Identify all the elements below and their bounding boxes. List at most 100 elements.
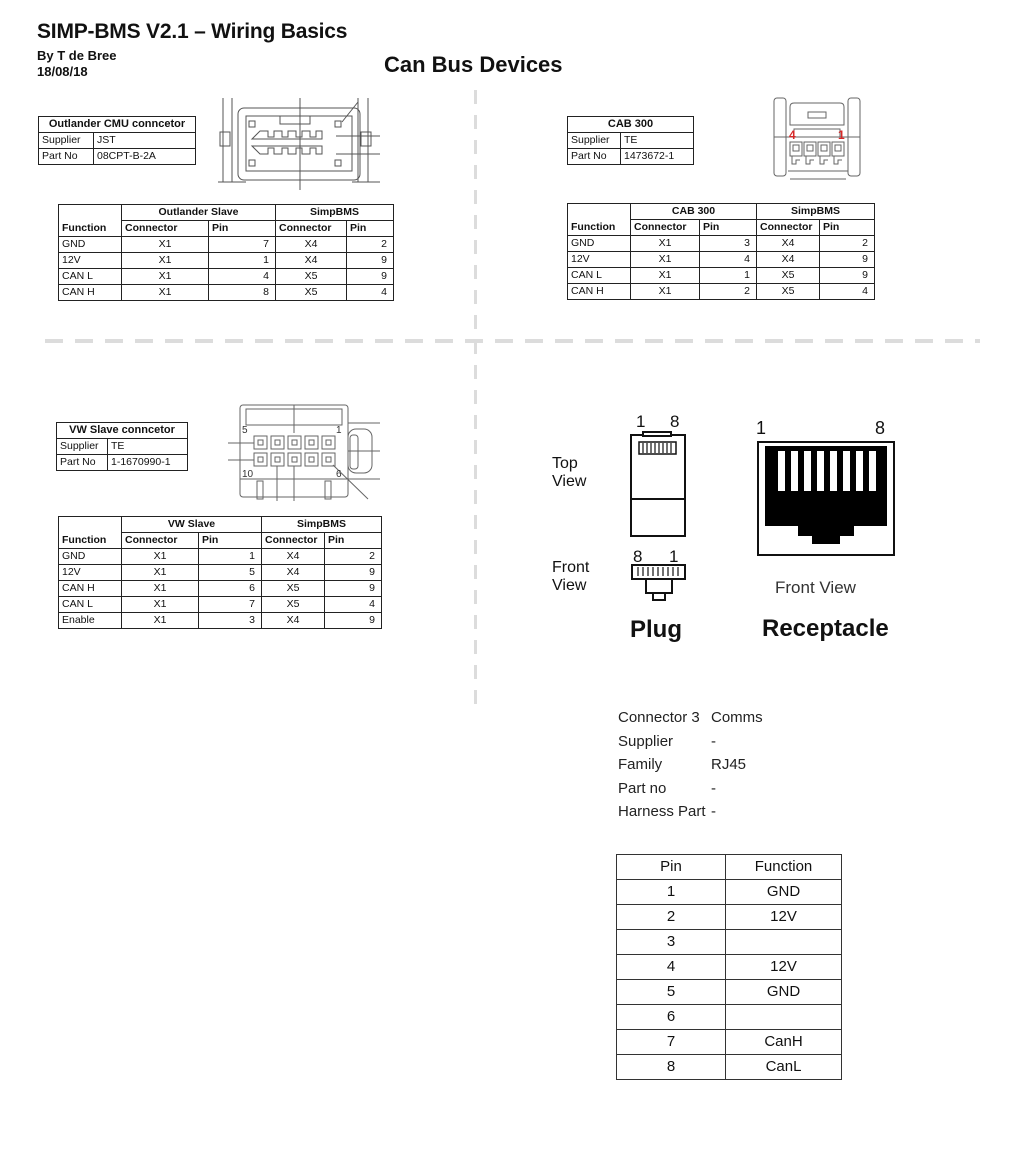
connector-cell: X5 xyxy=(275,268,347,285)
plug-top-pin-1: 1 xyxy=(636,412,645,431)
group-header: SimpBMS xyxy=(275,204,394,221)
pin-cell: 3 xyxy=(699,235,757,252)
pin-cell: 7 xyxy=(208,236,276,253)
front-view-label-line1: Front xyxy=(552,559,590,576)
outlander-connector-diagram-icon xyxy=(218,98,380,190)
column-header: Function xyxy=(58,220,122,237)
pin-cell: 4 xyxy=(208,268,276,285)
info-value: JST xyxy=(93,132,196,149)
pin-cell: 2 xyxy=(346,236,394,253)
pin-cell: 5 xyxy=(616,979,726,1005)
column-header: Function xyxy=(58,532,122,549)
function-cell: CanH xyxy=(725,1029,842,1055)
group-header: VW Slave xyxy=(121,516,262,533)
info-value: 1-1670990-1 xyxy=(107,454,188,471)
function-cell: GND xyxy=(725,979,842,1005)
info-label: Part No xyxy=(38,148,94,165)
info-value: - xyxy=(711,779,716,797)
function-cell xyxy=(725,929,842,955)
top-view-label-line1: Top xyxy=(552,455,578,472)
section-title: Can Bus Devices xyxy=(384,52,563,77)
column-header: Pin xyxy=(616,854,726,880)
table-row: GND X1 7 X4 2 xyxy=(58,236,394,253)
connector-cell: X5 xyxy=(756,267,820,284)
rj45-diagram-icon: 1 8 Top View 8 1 Front View Plug 1 8 Fro… xyxy=(552,412,895,643)
function-cell: CAN H xyxy=(58,580,122,597)
table-row: 12V X1 1 X4 9 xyxy=(58,252,394,269)
connector-cell: X1 xyxy=(630,251,700,268)
info-label: Supplier xyxy=(618,732,674,750)
author: By T de Bree xyxy=(37,48,117,63)
function-cell: CAN L xyxy=(58,268,122,285)
outlander-info-table: Outlander CMU conncetor Supplier JST Par… xyxy=(38,116,196,165)
pin-cell: 9 xyxy=(324,612,382,629)
vw-info-table: VW Slave conncetor Supplier TE Part No 1… xyxy=(56,422,188,471)
connector-cell: X4 xyxy=(756,235,820,252)
byline: By T de Bree 18/08/18 xyxy=(37,48,116,80)
connector-cell: X1 xyxy=(121,268,209,285)
connector-cell: X1 xyxy=(121,548,199,565)
info-label: Part No xyxy=(567,148,621,165)
plug-top-pin-8: 8 xyxy=(670,412,679,431)
table-row: 12V X1 5 X4 9 xyxy=(58,564,382,581)
pin-cell: 2 xyxy=(324,548,382,565)
info-label: Connector 3 xyxy=(618,709,700,726)
connector-cell: X1 xyxy=(121,236,209,253)
table-row: CAN L X1 7 X5 4 xyxy=(58,596,382,613)
group-header: SimpBMS xyxy=(261,516,382,533)
info-row: Part no - xyxy=(618,777,763,801)
pin-cell: 3 xyxy=(198,612,262,629)
column-header: Connector xyxy=(275,220,347,237)
function-cell: CAN H xyxy=(567,283,631,300)
function-cell: GND xyxy=(58,548,122,565)
cab300-connector-diagram-icon: 4 1 xyxy=(773,97,861,180)
vw-pin-6-label: 6 xyxy=(336,469,342,480)
front-view-label-line2: View xyxy=(552,577,587,594)
column-header: Pin xyxy=(208,220,276,237)
table-row: 8 CanL xyxy=(616,1054,842,1080)
connector-cell: X1 xyxy=(630,283,700,300)
column-header: Pin xyxy=(198,532,262,549)
plug-front-pin-1: 1 xyxy=(669,547,678,566)
outlander-wiring-table: Outlander Slave SimpBMS Function Connect… xyxy=(58,204,394,301)
table-row: CAN H X1 8 X5 4 xyxy=(58,284,394,301)
cab300-pin-1-label: 1 xyxy=(838,128,845,142)
function-cell: GND xyxy=(567,235,631,252)
function-cell: 12V xyxy=(725,904,842,930)
cab300-info-table: CAB 300 Supplier TE Part No 1473672-1 xyxy=(567,116,694,165)
pin-cell: 4 xyxy=(346,284,394,301)
connector-cell: X1 xyxy=(121,252,209,269)
plug-label: Plug xyxy=(630,616,682,643)
pin-cell: 8 xyxy=(208,284,276,301)
pin-cell: 3 xyxy=(616,929,726,955)
pin-cell: 6 xyxy=(616,1004,726,1030)
pin-cell: 6 xyxy=(198,580,262,597)
table-row: CAN H X1 2 X5 4 xyxy=(567,283,875,300)
pin-cell: 4 xyxy=(699,251,757,268)
info-label: Part No xyxy=(56,454,108,471)
top-view-label-line2: View xyxy=(552,473,587,490)
receptacle-pin-1: 1 xyxy=(756,418,766,438)
pin-cell: 2 xyxy=(699,283,757,300)
function-cell: CAN L xyxy=(58,596,122,613)
column-header: Function xyxy=(725,854,842,880)
table-row: 6 xyxy=(616,1004,842,1030)
table-row: 3 xyxy=(616,929,842,955)
pin-cell: 4 xyxy=(324,596,382,613)
column-header: Pin xyxy=(699,219,757,236)
cab300-pin-4-label: 4 xyxy=(789,128,796,142)
group-header: SimpBMS xyxy=(756,203,875,220)
column-header: Connector xyxy=(630,219,700,236)
info-value: Comms xyxy=(711,709,763,726)
connector-cell: X5 xyxy=(275,284,347,301)
function-cell: Enable xyxy=(58,612,122,629)
connector-cell: X5 xyxy=(261,596,325,613)
info-row: Connector 3 Comms xyxy=(618,706,763,730)
receptacle-label: Receptacle xyxy=(762,615,889,642)
info-value: RJ45 xyxy=(711,756,747,773)
connector-cell: X4 xyxy=(261,548,325,565)
plug-front-pin-8: 8 xyxy=(633,547,642,566)
date: 18/08/18 xyxy=(37,64,88,79)
table-row: 2 12V xyxy=(616,904,842,930)
column-header: Pin xyxy=(324,532,382,549)
